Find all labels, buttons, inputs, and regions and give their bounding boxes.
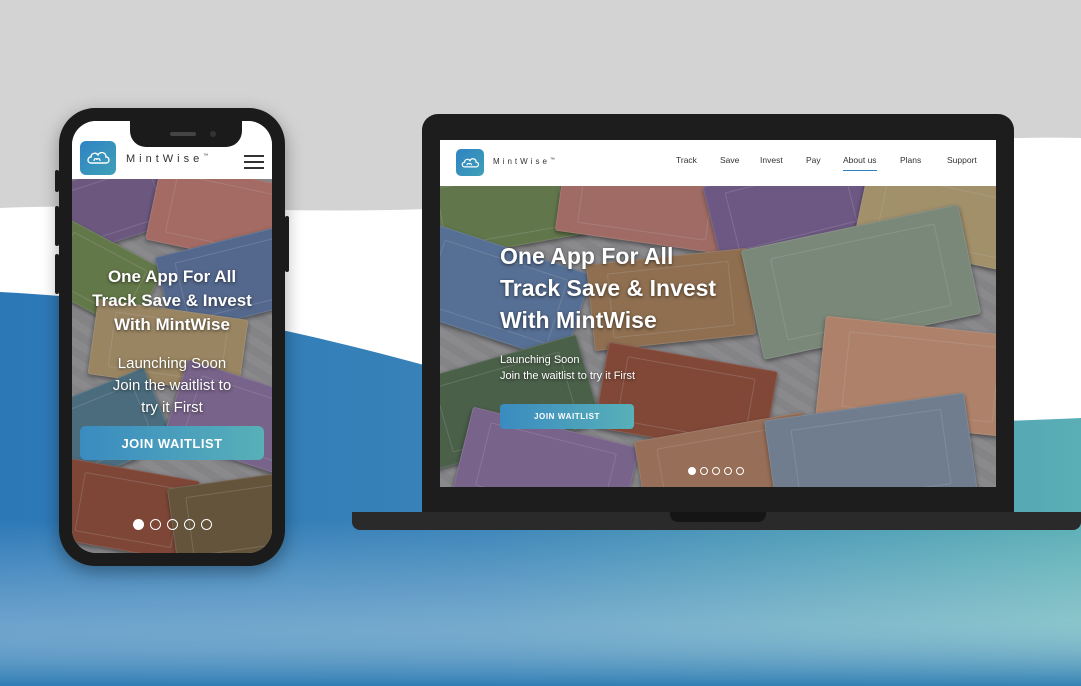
carousel-dot[interactable] bbox=[167, 519, 178, 530]
hero-subtitle-line: Join the waitlist to bbox=[112, 377, 232, 394]
phone-mockup: MintWise™ One App For All Track Save & I… bbox=[55, 108, 289, 566]
desktop-hero-banner: One App For All Track Save & Invest With… bbox=[440, 186, 996, 487]
mobile-hero-subtitle: Launching Soon Join the waitlist to try … bbox=[72, 353, 272, 419]
carousel-dot[interactable] bbox=[150, 519, 161, 530]
hero-title-line: With MintWise bbox=[500, 307, 657, 333]
mobile-hero-title: One App For All Track Save & Invest With… bbox=[72, 265, 272, 337]
carousel-indicators bbox=[133, 519, 212, 530]
carousel-dot[interactable] bbox=[133, 519, 144, 530]
join-waitlist-button[interactable]: JOIN WAITLIST bbox=[80, 426, 264, 460]
hero-title-line: Track Save & Invest bbox=[500, 275, 717, 301]
brand-name: MintWise™ bbox=[126, 153, 208, 165]
hero-title-line: With MintWise bbox=[114, 315, 230, 334]
carousel-dot[interactable] bbox=[736, 467, 744, 475]
brand-name: MintWise™ bbox=[493, 157, 555, 166]
carousel-dot[interactable] bbox=[700, 467, 708, 475]
nav-item-plans[interactable]: Plans bbox=[900, 155, 921, 165]
mintwise-cloud-logo-icon[interactable] bbox=[80, 141, 116, 175]
phone-volume-up-button bbox=[55, 206, 59, 246]
hero-title-line: One App For All bbox=[107, 267, 237, 286]
phone-power-button bbox=[285, 216, 289, 272]
phone-volume-down-button bbox=[55, 254, 59, 294]
nav-item-support[interactable]: Support bbox=[947, 155, 977, 165]
carousel-dot[interactable] bbox=[712, 467, 720, 475]
mintwise-cloud-logo-icon[interactable] bbox=[456, 149, 484, 176]
phone-side-button bbox=[55, 170, 59, 192]
hero-subtitle-line: Join the waitlist to try it First bbox=[500, 370, 636, 382]
hero-overlay bbox=[440, 186, 996, 487]
speaker-grille bbox=[170, 132, 196, 136]
carousel-dot[interactable] bbox=[724, 467, 732, 475]
brand-text: MintWise bbox=[493, 157, 550, 166]
cloud-logo-icon bbox=[87, 151, 110, 164]
carousel-dot[interactable] bbox=[184, 519, 195, 530]
cloud-logo-icon bbox=[461, 157, 480, 167]
carousel-dot[interactable] bbox=[201, 519, 212, 530]
trademark-mark: ™ bbox=[549, 157, 555, 163]
nav-item-invest[interactable]: Invest bbox=[760, 155, 783, 165]
desktop-header: MintWise™ Track Save Invest Pay About us… bbox=[440, 140, 996, 186]
hero-title-line: Track Save & Invest bbox=[92, 291, 252, 310]
mobile-hero-banner: One App For All Track Save & Invest With… bbox=[72, 179, 272, 553]
hero-subtitle-line: Launching Soon bbox=[117, 355, 227, 372]
hero-subtitle-line: try it First bbox=[141, 399, 203, 416]
nav-item-about-us[interactable]: About us bbox=[843, 155, 877, 171]
front-camera bbox=[210, 131, 216, 137]
trademark-mark: ™ bbox=[203, 153, 209, 159]
nav-item-save[interactable]: Save bbox=[720, 155, 739, 165]
desktop-hero-title: One App For All Track Save & Invest With… bbox=[500, 240, 716, 336]
laptop-mockup: MintWise™ Track Save Invest Pay About us… bbox=[422, 114, 1014, 514]
carousel-indicators bbox=[688, 467, 744, 475]
nav-item-pay[interactable]: Pay bbox=[806, 155, 821, 165]
phone-screen: MintWise™ One App For All Track Save & I… bbox=[72, 121, 272, 553]
hamburger-menu-icon[interactable] bbox=[244, 155, 264, 169]
nav-item-track[interactable]: Track bbox=[676, 155, 697, 165]
hero-title-line: One App For All bbox=[500, 243, 674, 269]
brand-text: MintWise bbox=[126, 153, 204, 165]
hero-subtitle-line: Launching Soon bbox=[500, 354, 580, 366]
carousel-dot[interactable] bbox=[688, 467, 696, 475]
desktop-hero-subtitle: Launching Soon Join the waitlist to try … bbox=[500, 352, 635, 384]
laptop-screen: MintWise™ Track Save Invest Pay About us… bbox=[440, 140, 996, 487]
phone-notch bbox=[130, 121, 242, 147]
laptop-hinge-notch bbox=[670, 512, 766, 522]
join-waitlist-button[interactable]: JOIN WAITLIST bbox=[500, 404, 634, 429]
